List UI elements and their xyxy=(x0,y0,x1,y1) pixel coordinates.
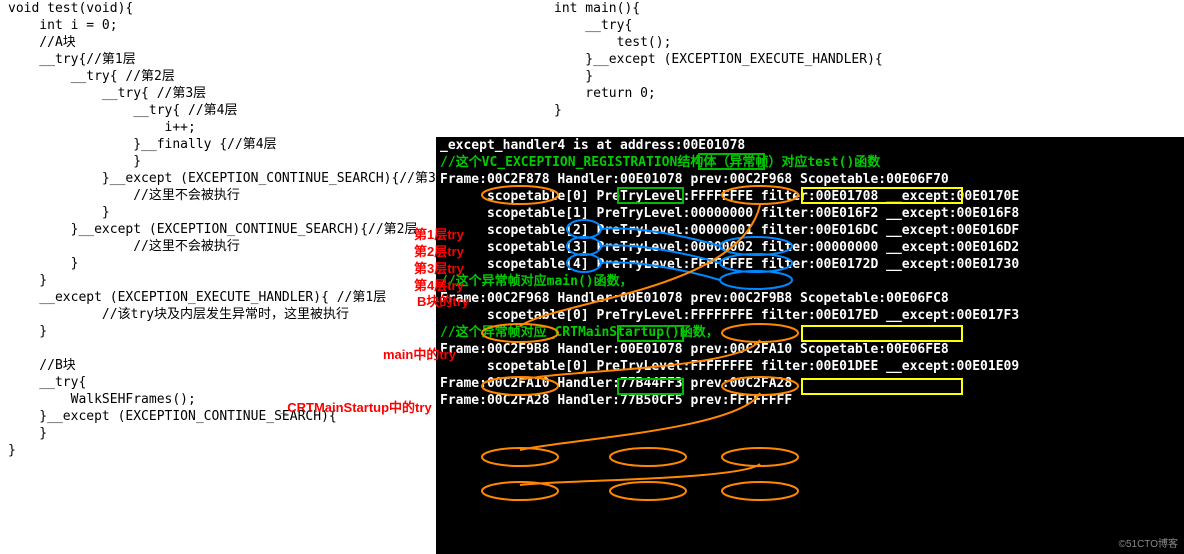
watermark: ©51CTO博客 xyxy=(1119,535,1178,550)
overlay-shapes xyxy=(0,0,1184,554)
